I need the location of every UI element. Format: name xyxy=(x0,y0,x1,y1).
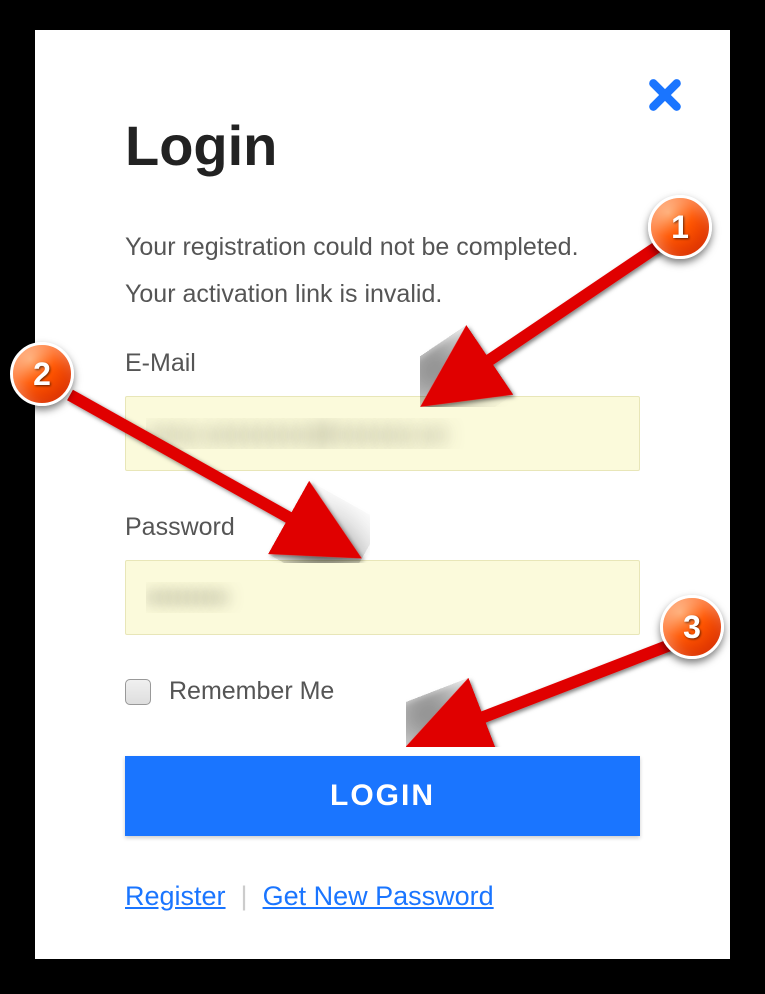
link-divider: | xyxy=(241,881,248,912)
error-message-line1: Your registration could not be completed… xyxy=(125,233,640,262)
remember-me-checkbox[interactable] xyxy=(125,679,151,705)
password-input[interactable] xyxy=(125,560,640,635)
get-password-link[interactable]: Get New Password xyxy=(263,881,494,912)
links-row: Register | Get New Password xyxy=(125,881,640,912)
email-label: E-Mail xyxy=(125,349,640,378)
password-label: Password xyxy=(125,513,640,542)
remember-me-label: Remember Me xyxy=(169,677,334,706)
error-message-line2: Your activation link is invalid. xyxy=(125,280,640,309)
login-button[interactable]: LOGIN xyxy=(125,756,640,836)
close-icon[interactable] xyxy=(645,75,685,115)
login-modal: Login Your registration could not be com… xyxy=(35,30,730,959)
remember-me-row: Remember Me xyxy=(125,677,640,706)
register-link[interactable]: Register xyxy=(125,881,226,912)
email-input[interactable] xyxy=(125,396,640,471)
page-title: Login xyxy=(125,113,640,178)
